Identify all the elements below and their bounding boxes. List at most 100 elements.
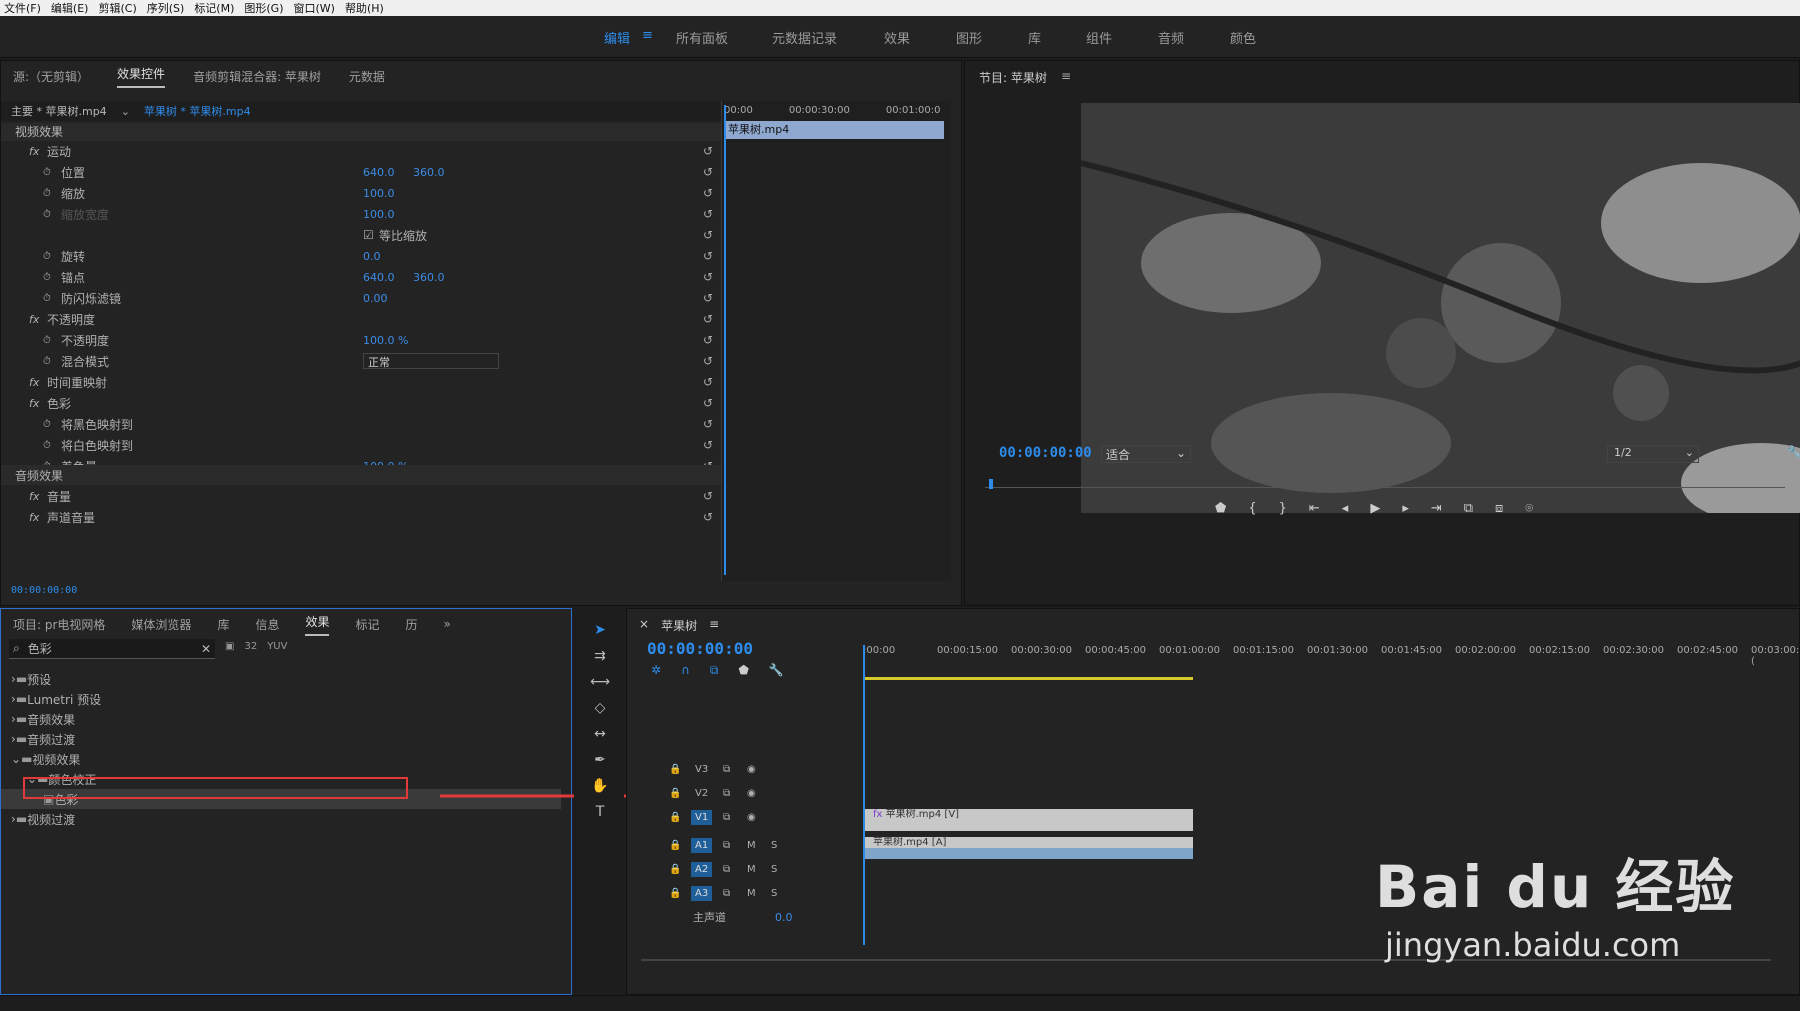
chevron-icon[interactable]: ⌄ xyxy=(11,752,21,766)
sequence-clip-label[interactable]: 苹果树 * 苹果树.mp4 xyxy=(144,103,251,119)
workspace-metadata[interactable]: 元数据记录 xyxy=(772,28,837,47)
master-value[interactable]: 0.0 xyxy=(775,911,793,924)
solo-icon[interactable]: S xyxy=(771,864,777,875)
slip-tool-icon[interactable]: ↔ xyxy=(588,726,612,748)
linked-select-icon[interactable]: ⧉ xyxy=(710,663,719,678)
marker-icon[interactable]: ⬟ xyxy=(738,663,748,678)
32bit-icon[interactable]: 32 xyxy=(244,641,257,652)
close-icon[interactable]: × xyxy=(639,617,649,634)
effect-clip-bar[interactable]: 苹果树.mp4 xyxy=(724,121,944,139)
effect-row[interactable]: 锚点 ⏱ 640.0 360.0 ↺ xyxy=(1,267,721,287)
effect-row[interactable]: fx 运动 ↺ xyxy=(1,141,721,161)
fx-icon[interactable]: fx xyxy=(29,145,39,158)
reset-icon[interactable]: ↺ xyxy=(703,375,717,389)
stopwatch-icon[interactable]: ⏱ xyxy=(43,419,51,430)
solo-icon[interactable]: S xyxy=(771,840,777,851)
fx-icon[interactable]: fx xyxy=(29,313,39,326)
lock-icon[interactable]: 🔒 xyxy=(669,864,681,875)
workspace-all-panels[interactable]: 所有面板 xyxy=(676,28,728,47)
playhead[interactable] xyxy=(724,105,726,575)
tab-source[interactable]: 源:（无剪辑） xyxy=(13,68,89,85)
master-track[interactable]: 主声道 0.0 xyxy=(669,907,889,927)
tab-media-browser[interactable]: 媒体浏览器 xyxy=(131,616,191,633)
tab-audio-mixer[interactable]: 音频剪辑混合器: 苹果树 xyxy=(193,68,321,85)
value-field[interactable]: 100.0 xyxy=(363,187,395,200)
lock-icon[interactable]: 🔒 xyxy=(669,788,681,799)
stopwatch-icon[interactable]: ⏱ xyxy=(43,188,51,199)
track-label[interactable]: A3 xyxy=(691,885,713,901)
value-field[interactable]: 100.0 xyxy=(363,208,395,221)
ripple-edit-tool-icon[interactable]: ⟷ xyxy=(588,674,612,696)
yuv-icon[interactable]: YUV xyxy=(267,641,287,652)
fx-icon[interactable]: fx xyxy=(29,376,39,389)
reset-icon[interactable]: ↺ xyxy=(703,249,717,263)
effects-search[interactable]: ⌕ 色彩 ✕ xyxy=(9,639,215,659)
reset-icon[interactable]: ↺ xyxy=(703,144,717,158)
wrench-icon[interactable]: 🔧 xyxy=(1787,445,1800,459)
tab-library[interactable]: 库 xyxy=(217,616,229,633)
effect-row[interactable]: 缩放宽度 ⏱ 100.0 ↺ xyxy=(1,204,721,224)
blend-mode-select[interactable]: 正常 xyxy=(363,353,499,369)
sequence-title[interactable]: 苹果树 xyxy=(661,617,697,634)
reset-icon[interactable]: ↺ xyxy=(703,438,717,452)
program-scrubber[interactable] xyxy=(985,487,1785,488)
step-forward-icon[interactable]: ▸ xyxy=(1402,501,1409,516)
value-field[interactable]: 360.0 xyxy=(413,166,445,179)
workspace-color[interactable]: 颜色 xyxy=(1230,28,1256,47)
sync-lock-icon[interactable]: ⧉ xyxy=(723,812,730,823)
value-field[interactable]: 640.0 xyxy=(363,166,395,179)
mute-icon[interactable]: M xyxy=(747,864,756,875)
effect-row[interactable]: fx 声道音量 ↺ xyxy=(1,507,721,527)
fx-icon[interactable]: fx xyxy=(29,397,39,410)
stopwatch-icon[interactable]: ⏱ xyxy=(43,356,51,367)
effect-row[interactable]: 缩放 ⏱ 100.0 ↺ xyxy=(1,183,721,203)
effect-row[interactable]: fx 不透明度 ↺ xyxy=(1,309,721,329)
nest-icon[interactable]: ✲ xyxy=(651,663,661,678)
stopwatch-icon[interactable]: ⏱ xyxy=(43,272,51,283)
tab-info[interactable]: 信息 xyxy=(255,616,279,633)
lift-icon[interactable]: ⧉ xyxy=(1464,501,1473,516)
tab-project[interactable]: 项目: pr电视网格 xyxy=(13,616,105,633)
stopwatch-icon[interactable]: ⏱ xyxy=(43,440,51,451)
solo-icon[interactable]: S xyxy=(771,888,777,899)
value-field[interactable]: 0.0 xyxy=(363,250,381,263)
checkbox[interactable]: ☑ xyxy=(363,228,374,242)
tab-metadata[interactable]: 元数据 xyxy=(349,68,385,85)
chevron-down-icon[interactable]: ⌄ xyxy=(121,105,130,118)
lock-icon[interactable]: 🔒 xyxy=(669,888,681,899)
mark-out-icon[interactable]: } xyxy=(1279,501,1287,516)
selection-tool-icon[interactable]: ➤ xyxy=(588,622,612,644)
sync-lock-icon[interactable]: ⧉ xyxy=(723,788,730,799)
menu-help[interactable]: 帮助(H) xyxy=(345,0,384,16)
tree-item[interactable]: › ▬ 预设 xyxy=(1,669,561,689)
workspace-graphics[interactable]: 图形 xyxy=(956,28,982,47)
workspace-audio[interactable]: 音频 xyxy=(1158,28,1184,47)
tab-history[interactable]: 历 xyxy=(406,616,418,633)
hamburger-icon[interactable]: ≡ xyxy=(709,617,719,634)
hand-tool-icon[interactable]: ✋ xyxy=(588,778,612,800)
resolution-select[interactable]: 1/2 ⌄ xyxy=(1607,445,1699,463)
sync-lock-icon[interactable]: ⧉ xyxy=(723,888,730,899)
fx-icon[interactable]: fx xyxy=(29,490,39,503)
accelerated-icon[interactable]: ▣ xyxy=(225,641,234,652)
menu-file[interactable]: 文件(F) xyxy=(4,0,41,16)
workspace-effects[interactable]: 效果 xyxy=(884,28,910,47)
go-to-in-icon[interactable]: ⇤ xyxy=(1309,501,1320,516)
reset-icon[interactable]: ↺ xyxy=(703,396,717,410)
effect-row[interactable]: ☑ 等比缩放 ↺ xyxy=(1,225,721,245)
snap-icon[interactable]: ∩ xyxy=(681,663,690,678)
type-tool-icon[interactable]: T xyxy=(588,804,612,826)
track-label[interactable]: A1 xyxy=(691,837,713,853)
pen-tool-icon[interactable]: ✒ xyxy=(588,752,612,774)
workspace-edit[interactable]: 编辑 xyxy=(604,28,630,47)
effect-row[interactable]: 不透明度 ⏱ 100.0 % ↺ xyxy=(1,330,721,350)
eye-icon[interactable]: ◉ xyxy=(747,788,756,799)
reset-icon[interactable]: ↺ xyxy=(703,291,717,305)
track-label[interactable]: V3 xyxy=(691,762,712,777)
effect-row[interactable]: fx 时间重映射 ↺ xyxy=(1,372,721,392)
menu-sequence[interactable]: 序列(S) xyxy=(147,0,185,16)
stopwatch-icon[interactable]: ⏱ xyxy=(43,167,51,178)
master-clip-label[interactable]: 主要 * 苹果树.mp4 xyxy=(11,103,107,119)
wrench-icon[interactable]: 🔧 xyxy=(769,663,784,678)
reset-icon[interactable]: ↺ xyxy=(703,165,717,179)
